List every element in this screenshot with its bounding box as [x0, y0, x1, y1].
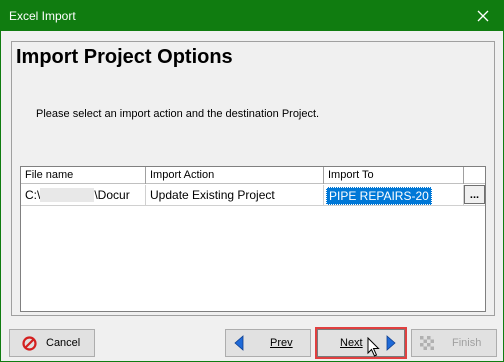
cancel-button[interactable]: Cancel [9, 329, 95, 357]
arrow-left-icon [234, 335, 244, 354]
import-options-panel: Import Project Options Please select an … [11, 41, 495, 316]
destination-project-value[interactable]: PIPE REPAIRS-20 [326, 187, 432, 205]
prev-label: Prev [270, 337, 293, 349]
excel-import-dialog: Excel Import Import Project Options Plea… [0, 0, 504, 362]
close-icon[interactable] [463, 1, 503, 31]
cancel-label: Cancel [46, 337, 81, 349]
cancel-icon [22, 336, 37, 354]
file-path-suffix: \Docur [94, 188, 130, 202]
finish-label: Finish [452, 337, 482, 349]
import-to-cell[interactable]: PIPE REPAIRS-20 [324, 185, 464, 206]
instructions-text: Please select an import action and the d… [36, 108, 320, 120]
redacted-path [40, 188, 95, 202]
checkered-flag-icon [420, 336, 434, 353]
window-title: Excel Import [9, 9, 76, 23]
title-bar: Excel Import [1, 1, 503, 31]
file-name-cell[interactable]: C:\ \Docur [21, 185, 146, 206]
browse-project-button[interactable]: ... [464, 185, 485, 204]
file-path-prefix: C:\ [25, 188, 41, 202]
browse-cell: ... [464, 185, 485, 206]
import-grid: File name Import Action Import To C:\ \Do… [20, 166, 486, 312]
finish-button[interactable]: Finish [411, 329, 497, 357]
next-label: Next [340, 337, 363, 349]
column-header-file-name[interactable]: File name [21, 167, 146, 184]
next-button[interactable]: Next [317, 329, 405, 357]
prev-button[interactable]: Prev [225, 329, 311, 357]
arrow-right-icon [386, 335, 396, 354]
column-header-import-to[interactable]: Import To [324, 167, 464, 184]
mouse-cursor-icon [367, 336, 381, 362]
table-row[interactable]: C:\ \Docur Update Existing Project PIPE R… [21, 185, 485, 206]
grid-header: File name Import Action Import To [21, 167, 485, 184]
column-header-import-action[interactable]: Import Action [146, 167, 324, 184]
import-action-cell[interactable]: Update Existing Project [146, 185, 324, 206]
page-title: Import Project Options [16, 46, 233, 68]
